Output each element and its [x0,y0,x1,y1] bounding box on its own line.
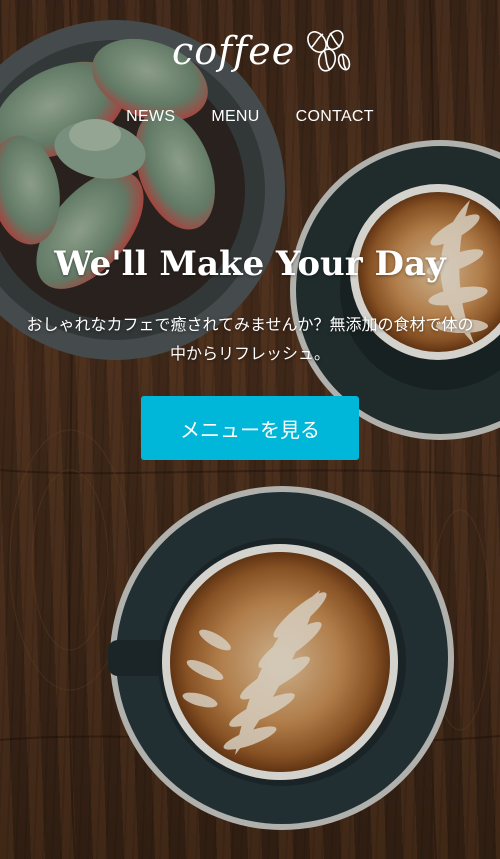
nav-link-contact[interactable]: CONTACT [296,108,374,126]
logo-text: coffee [172,29,296,73]
site-logo[interactable]: coffee [172,24,351,78]
hero-lead-text: おしゃれなカフェで癒されてみませんか？無添加の食材で体の中からリフレッシュ。 [26,315,474,363]
nav-link-menu[interactable]: MENU [211,108,259,126]
hero-headline: We'll Make Your Day [54,244,446,284]
coffee-beans-icon [305,28,351,78]
hero-section: coffee NEWS MENU CONTACT We'll Make Your… [0,0,500,859]
view-menu-button[interactable]: メニューを見る [141,396,359,460]
nav-link-news[interactable]: NEWS [126,108,175,126]
main-nav: NEWS MENU CONTACT [0,108,500,126]
